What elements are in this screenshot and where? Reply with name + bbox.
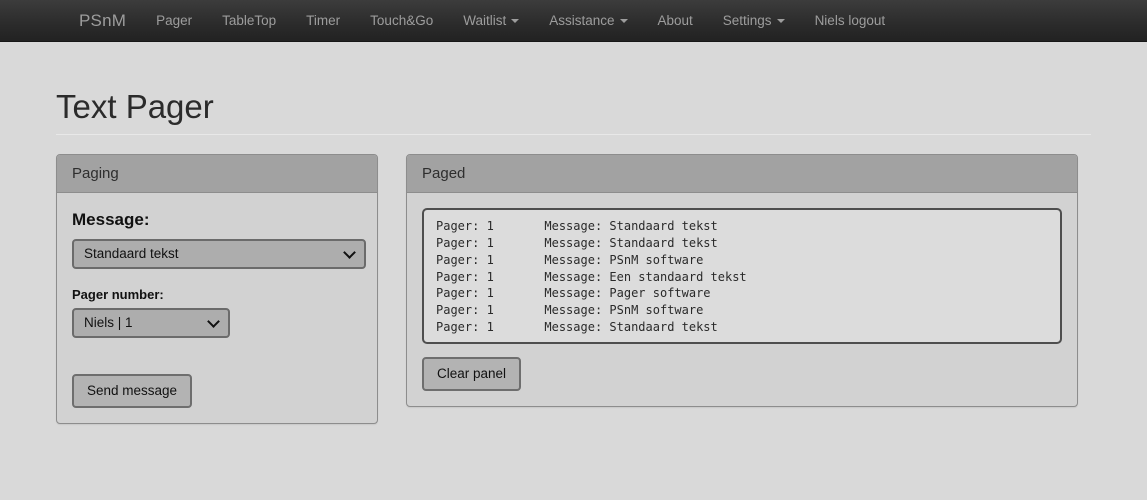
log-line: Pager: 1 Message: Pager software xyxy=(436,286,711,301)
paged-log-box[interactable]: Pager: 1 Message: Standaard tekst Pager:… xyxy=(422,208,1062,345)
page-container: Text Pager Paging Message: Standaard tek… xyxy=(56,42,1091,425)
pager-number-label: Pager number: xyxy=(72,287,164,303)
nav-item-assistance[interactable]: Assistance xyxy=(534,0,642,41)
nav-item-logout[interactable]: Niels logout xyxy=(800,0,901,41)
page-header: Text Pager xyxy=(56,42,1091,136)
nav-item-label: Pager xyxy=(156,13,193,28)
log-line: Pager: 1 Message: Standaard tekst xyxy=(436,236,718,251)
send-message-button[interactable]: Send message xyxy=(72,374,193,409)
paging-panel-heading: Paging xyxy=(57,155,377,194)
paged-column: Paged Pager: 1 Message: Standaard tekst … xyxy=(406,154,1078,408)
nav-item-label: TableTop xyxy=(222,13,277,28)
log-line: Pager: 1 Message: Standaard tekst xyxy=(436,320,718,335)
navbar-items: Pager TableTop Timer Touch&Go Waitlist A… xyxy=(141,0,900,41)
message-select-value: Standaard tekst xyxy=(84,246,179,262)
caret-down-icon xyxy=(511,18,520,23)
paged-panel-body: Pager: 1 Message: Standaard tekst Pager:… xyxy=(407,193,1077,406)
caret-down-icon xyxy=(776,18,785,23)
paged-panel-title: Paged xyxy=(422,165,466,183)
nav-item-pager[interactable]: Pager xyxy=(141,0,207,41)
paged-panel: Paged Pager: 1 Message: Standaard tekst … xyxy=(406,154,1078,408)
main-navbar: PSnM Pager TableTop Timer Touch&Go Waitl… xyxy=(0,0,1147,42)
nav-item-label: Niels logout xyxy=(814,13,886,28)
send-button-wrapper: Send message xyxy=(72,374,362,409)
nav-item-label: Assistance xyxy=(549,13,615,28)
clear-panel-button[interactable]: Clear panel xyxy=(422,357,522,392)
nav-item-waitlist[interactable]: Waitlist xyxy=(448,0,534,41)
nav-item-settings[interactable]: Settings xyxy=(708,0,800,41)
nav-item-label: Settings xyxy=(722,13,772,28)
log-line: Pager: 1 Message: Standaard tekst xyxy=(436,219,718,234)
paging-panel: Paging Message: Standaard tekst Pager nu… xyxy=(56,154,378,425)
pager-number-select-value: Niels | 1 xyxy=(84,315,133,331)
nav-item-timer[interactable]: Timer xyxy=(291,0,355,41)
caret-down-icon xyxy=(619,18,628,23)
nav-item-label: About xyxy=(657,13,693,28)
nav-item-label: Touch&Go xyxy=(370,13,434,28)
nav-item-label: Timer xyxy=(306,13,341,28)
page-title: Text Pager xyxy=(56,88,214,125)
nav-item-about[interactable]: About xyxy=(643,0,708,41)
log-line: Pager: 1 Message: PSnM software xyxy=(436,252,704,267)
log-line: Pager: 1 Message: Een standaard tekst xyxy=(436,269,747,284)
message-label: Message: xyxy=(72,210,150,230)
pager-number-select[interactable]: Niels | 1 xyxy=(72,308,230,339)
message-select[interactable]: Standaard tekst xyxy=(72,239,366,270)
panels-row: Paging Message: Standaard tekst Pager nu… xyxy=(56,154,1091,425)
paged-panel-heading: Paged xyxy=(407,155,1077,194)
navbar-brand[interactable]: PSnM xyxy=(64,0,141,41)
paging-column: Paging Message: Standaard tekst Pager nu… xyxy=(56,154,378,425)
log-line: Pager: 1 Message: PSnM software xyxy=(436,303,704,318)
nav-item-label: Waitlist xyxy=(463,13,507,28)
paging-panel-title: Paging xyxy=(72,165,119,183)
nav-item-tabletop[interactable]: TableTop xyxy=(207,0,291,41)
clear-button-wrapper: Clear panel xyxy=(422,357,1062,392)
paging-panel-body: Message: Standaard tekst Pager number: N… xyxy=(57,193,377,423)
nav-item-touchandgo[interactable]: Touch&Go xyxy=(355,0,448,41)
